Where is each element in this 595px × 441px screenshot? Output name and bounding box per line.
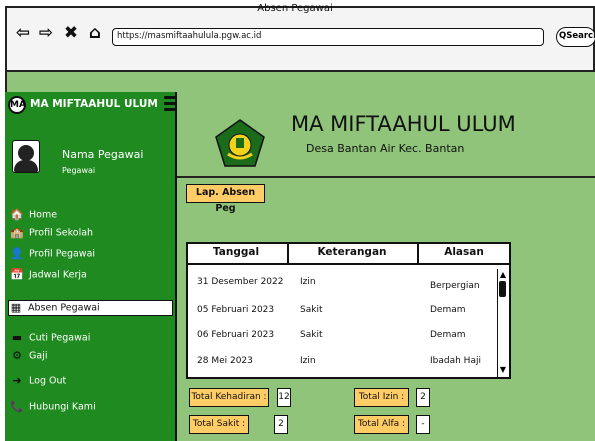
attendance-icon: ▦ [10, 301, 22, 314]
total-izin-value: 2 [416, 388, 430, 407]
phone-icon: 📞 [10, 400, 24, 413]
school-address: Desa Bantan Air Kec. Bantan [306, 142, 465, 155]
ministry-logo-icon [215, 119, 265, 167]
school-name: MA MIFTAAHUL ULUM [291, 112, 516, 136]
sidebar-item-profil-pegawai[interactable]: 👤 Profil Pegawai [10, 247, 176, 263]
brand-logo-icon: MA [8, 96, 26, 114]
window-title: Absen Pegawai [257, 3, 333, 14]
header-row-divider [186, 263, 511, 265]
column-header-tanggal: Tanggal [212, 246, 260, 258]
table-cell-status: Sakit [300, 305, 323, 315]
user-profile-icon: 👤 [10, 247, 24, 260]
table-cell-reason: Demam [430, 305, 466, 315]
scroll-up-icon[interactable]: ▲ [498, 270, 508, 280]
back-icon[interactable]: ⇦ [14, 24, 32, 42]
column-header-keterangan: Keterangan [317, 246, 387, 258]
sidebar-item-hubungi-kami[interactable]: 📞 Hubungi Kami [10, 400, 176, 416]
url-bar[interactable]: https://masmiftaahulula.pgw.ac.id [112, 28, 544, 46]
total-sakit-value: 2 [274, 415, 288, 434]
home-nav-icon[interactable]: ⌂ [86, 24, 104, 42]
table-cell-reason: Ibadah Haji [430, 356, 481, 366]
total-sakit-label: Total Sakit : [189, 415, 249, 434]
logout-icon: ➜ [12, 374, 22, 387]
leave-icon: ▬ [11, 331, 23, 344]
table-cell-date: 31 Desember 2022 [197, 277, 284, 287]
sidebar-item-profil-sekolah[interactable]: 🏫 Profil Sekolah [10, 226, 176, 242]
sidebar-item-log-out[interactable]: ➜ Log Out [10, 374, 176, 390]
brand-title: MA MIFTAAHUL ULUM [30, 98, 158, 110]
table-cell-reason: Berpergian [430, 281, 480, 291]
header-divider [177, 176, 595, 178]
column-divider [287, 242, 289, 264]
total-kehadiran-value: 12 [277, 388, 291, 407]
table-cell-status: Sakit [300, 330, 323, 340]
school-icon: 🏫 [10, 226, 24, 239]
table-cell-reason: Demam [430, 330, 466, 340]
salary-icon: ⚙ [12, 349, 22, 362]
user-role: Pegawai [62, 166, 96, 175]
menu-icon[interactable] [164, 96, 176, 112]
table-cell-date: 28 Mei 2023 [197, 356, 253, 366]
scrollbar-thumb[interactable] [499, 281, 506, 297]
search-button[interactable]: QSearch [556, 27, 595, 47]
avatar-body [14, 160, 38, 172]
calendar-icon: 📅 [10, 268, 24, 281]
attendance-report-button[interactable]: Lap. Absen Peg [186, 184, 265, 214]
user-name: Nama Pegawai [62, 148, 144, 161]
sidebar-item-absen-pegawai[interactable]: ▦ Absen Pegawai [8, 300, 173, 316]
table-cell-date: 05 Februari 2023 [197, 305, 275, 315]
table-cell-date: 06 Februari 2023 [197, 330, 275, 340]
total-izin-label: Total Izin : [354, 388, 409, 407]
search-label: Search [566, 31, 595, 41]
sidebar-item-jadwal-kerja[interactable]: 📅 Jadwal Kerja [10, 268, 176, 284]
close-icon[interactable]: ✖ [62, 24, 80, 42]
total-alfa-label: Total Alfa : [354, 415, 409, 434]
forward-icon[interactable]: ⇨ [37, 24, 55, 42]
column-divider [417, 242, 419, 264]
column-header-alasan: Alasan [444, 246, 484, 258]
scroll-down-icon[interactable]: ▼ [498, 365, 508, 375]
avatar-head [18, 145, 34, 161]
home-icon: 🏠 [10, 208, 24, 221]
sidebar-item-cuti-pegawai[interactable]: ▬ Cuti Pegawai [10, 331, 176, 347]
total-alfa-value: - [416, 415, 430, 434]
sidebar-item-gaji[interactable]: ⚙ Gaji [10, 349, 176, 365]
sidebar-item-home[interactable]: 🏠 Home [10, 208, 176, 224]
table-cell-status: Izin [300, 277, 316, 287]
total-kehadiran-label: Total Kehadiran : [189, 388, 269, 407]
table-cell-status: Izin [300, 356, 316, 366]
